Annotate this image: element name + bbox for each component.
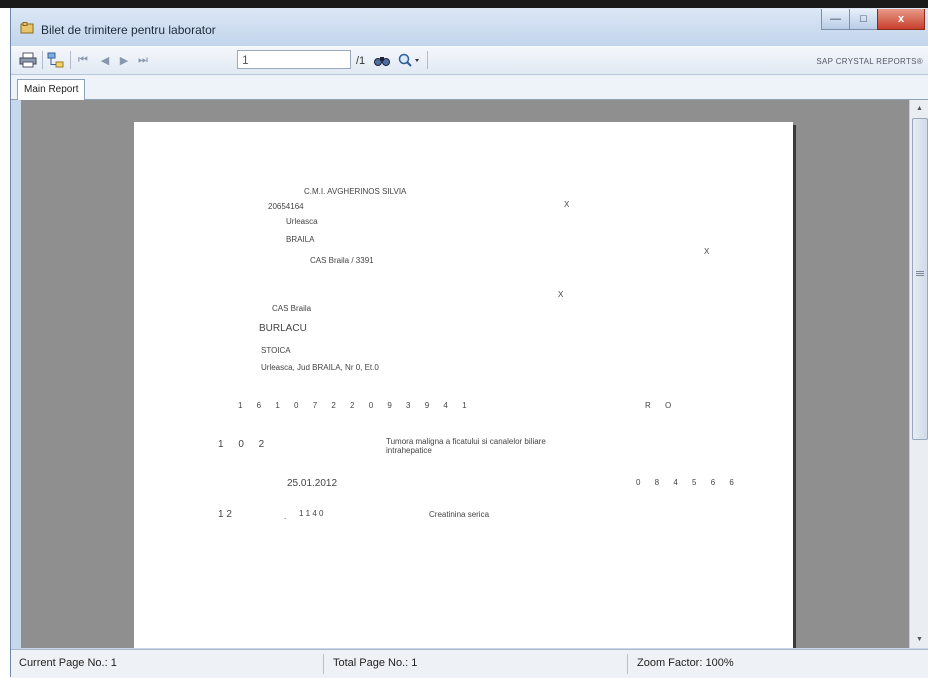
scroll-up-icon[interactable]: ▲ xyxy=(910,100,928,117)
group-tree-icon[interactable] xyxy=(45,51,67,69)
tab-main-report[interactable]: Main Report xyxy=(17,79,86,100)
first-page-icon[interactable]: ⏮ xyxy=(75,51,91,69)
toolbar-separator xyxy=(42,51,43,69)
scroll-down-icon[interactable]: ▼ xyxy=(910,631,928,648)
find-icon[interactable] xyxy=(373,51,391,69)
status-bar: Current Page No.: 1 Total Page No.: 1 Zo… xyxy=(11,649,928,678)
analysis-separator: . xyxy=(284,512,287,521)
toolbar-separator xyxy=(427,51,428,69)
analysis-index: 1 2 xyxy=(218,509,232,520)
physician-code: 0 8 4 5 6 6 xyxy=(636,478,740,487)
total-page-status: Total Page No.: 1 xyxy=(333,657,418,669)
title-bar[interactable]: Bilet de trimitere pentru laborator — □ … xyxy=(11,8,928,46)
mark-1: X xyxy=(564,200,570,209)
clinic-name: C.M.I. AVGHERINOS SILVIA xyxy=(304,187,407,196)
patient-cas: CAS Braila xyxy=(272,304,312,313)
analysis-name: Creatinina serica xyxy=(429,510,490,519)
screen-top-edge xyxy=(0,0,928,8)
screen-left-edge xyxy=(0,8,10,677)
referral-date: 25.01.2012 xyxy=(287,478,338,489)
current-page-status: Current Page No.: 1 xyxy=(19,657,117,669)
toolbar: ⏮ ◀ ▶ ⏭ 1 /1 SAP CRYSTAL REPORTS® xyxy=(11,46,928,75)
window-controls: — □ x xyxy=(821,9,925,31)
zoom-status: Zoom Factor: 100% xyxy=(637,657,734,669)
maximize-button[interactable]: □ xyxy=(849,9,878,30)
provider-code: 20654164 xyxy=(268,202,304,211)
grip-icon xyxy=(916,271,924,272)
patient-last-name: BURLACU xyxy=(259,323,307,334)
diagnosis-code: 1 0 2 xyxy=(218,439,271,450)
vertical-scrollbar[interactable]: ▲ ▼ xyxy=(909,100,928,648)
window-title: Bilet de trimitere pentru laborator xyxy=(41,23,216,37)
status-separator xyxy=(323,654,324,674)
mark-3: X xyxy=(558,290,564,299)
close-button[interactable]: x xyxy=(877,9,925,30)
toolbar-separator xyxy=(70,51,71,69)
next-page-icon[interactable]: ▶ xyxy=(116,51,132,69)
provider-locality: BRAILA xyxy=(286,235,315,244)
tab-strip: Main Report xyxy=(11,75,928,100)
report-page: C.M.I. AVGHERINOS SILVIA 20654164 X Urle… xyxy=(134,122,793,648)
scrollbar-thumb[interactable] xyxy=(912,118,928,440)
last-page-icon[interactable]: ⏭ xyxy=(135,51,151,69)
page-total-label: /1 xyxy=(356,55,366,67)
citizenship: R O xyxy=(645,401,678,410)
mark-2: X xyxy=(704,247,710,256)
patient-address: Urleasca, Jud BRAILA, Nr 0, Et.0 xyxy=(261,363,379,372)
status-separator xyxy=(627,654,628,674)
print-icon[interactable] xyxy=(17,51,39,69)
page-number-input[interactable]: 1 xyxy=(237,50,351,69)
patient-cnp: 1 6 1 0 7 2 2 0 9 3 9 4 1 xyxy=(238,401,473,410)
report-canvas[interactable]: C.M.I. AVGHERINOS SILVIA 20654164 X Urle… xyxy=(21,100,909,648)
zoom-icon[interactable] xyxy=(397,51,423,69)
cas-contract: CAS Braila / 3391 xyxy=(310,256,374,265)
analysis-code: 1 1 4 0 xyxy=(299,509,324,518)
minimize-button[interactable]: — xyxy=(821,9,850,30)
report-viewer-window: Bilet de trimitere pentru laborator — □ … xyxy=(10,8,928,678)
app-icon xyxy=(20,22,34,34)
brand-label: SAP CRYSTAL REPORTS® xyxy=(816,57,923,66)
previous-page-icon[interactable]: ◀ xyxy=(97,51,113,69)
provider-street: Urleasca xyxy=(286,217,318,226)
patient-first-name: STOICA xyxy=(261,346,291,355)
diagnosis-line-2: intrahepatice xyxy=(386,446,432,455)
diagnosis-line-1: Tumora maligna a ficatului si canalelor … xyxy=(386,437,546,446)
